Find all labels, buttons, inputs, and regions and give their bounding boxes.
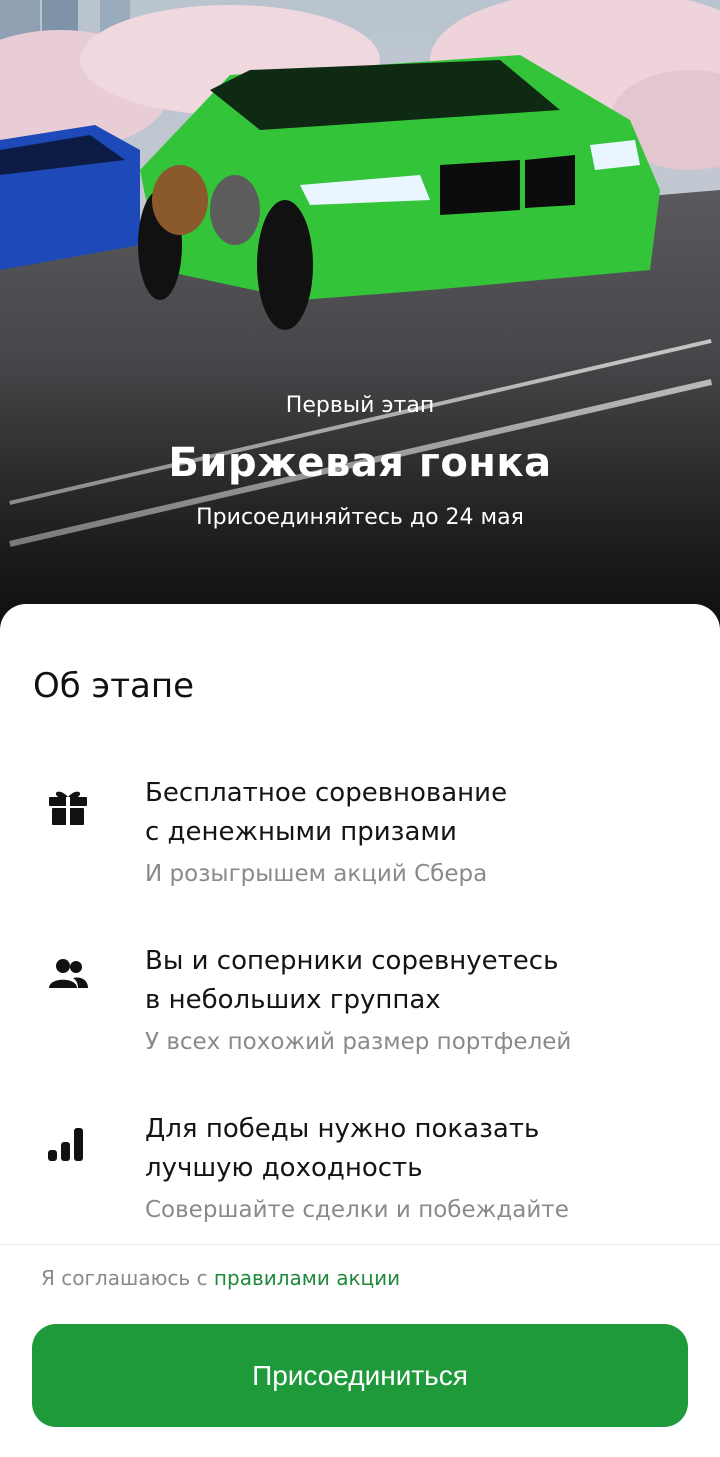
page-title: Биржевая гонка [168,440,552,486]
about-sheet: Об этапе Бесплатное соревнование с денеж… [0,604,720,1457]
gift-icon [49,791,87,825]
section-title: Об этапе [33,666,194,706]
join-button[interactable]: Присоединиться [32,1324,688,1427]
divider [0,1244,720,1245]
users-icon [49,959,88,988]
feature-title-line: Вы и соперники соревнуетесь [145,946,559,976]
feature-subtitle: У всех похожий размер портфелей [145,1029,572,1055]
race-car-illustration [0,0,720,640]
hero-banner: Первый этап Биржевая гонка Присоединяйте… [0,0,720,640]
feature-title-line: с денежными призами [145,817,457,847]
terms-agreement-text: Я соглашаюсь с [41,1266,214,1290]
feature-title-line: лучшую доходность [145,1153,423,1183]
feature-title-line: в небольших группах [145,985,441,1015]
terms-agreement: Я соглашаюсь с правилами акции [41,1266,400,1290]
feature-subtitle: Совершайте сделки и побеждайте [145,1197,569,1223]
terms-link[interactable]: правилами акции [214,1266,400,1290]
stage-label: Первый этап [285,393,435,418]
feature-title-line: Бесплатное соревнование [145,778,508,808]
feature-title-line: Для победы нужно показать [145,1114,540,1144]
bar-chart-icon [48,1128,83,1161]
feature-subtitle: И розыгрышем акций Сбера [145,861,488,887]
deadline-text: Присоединяйтесь до 24 мая [196,505,524,530]
